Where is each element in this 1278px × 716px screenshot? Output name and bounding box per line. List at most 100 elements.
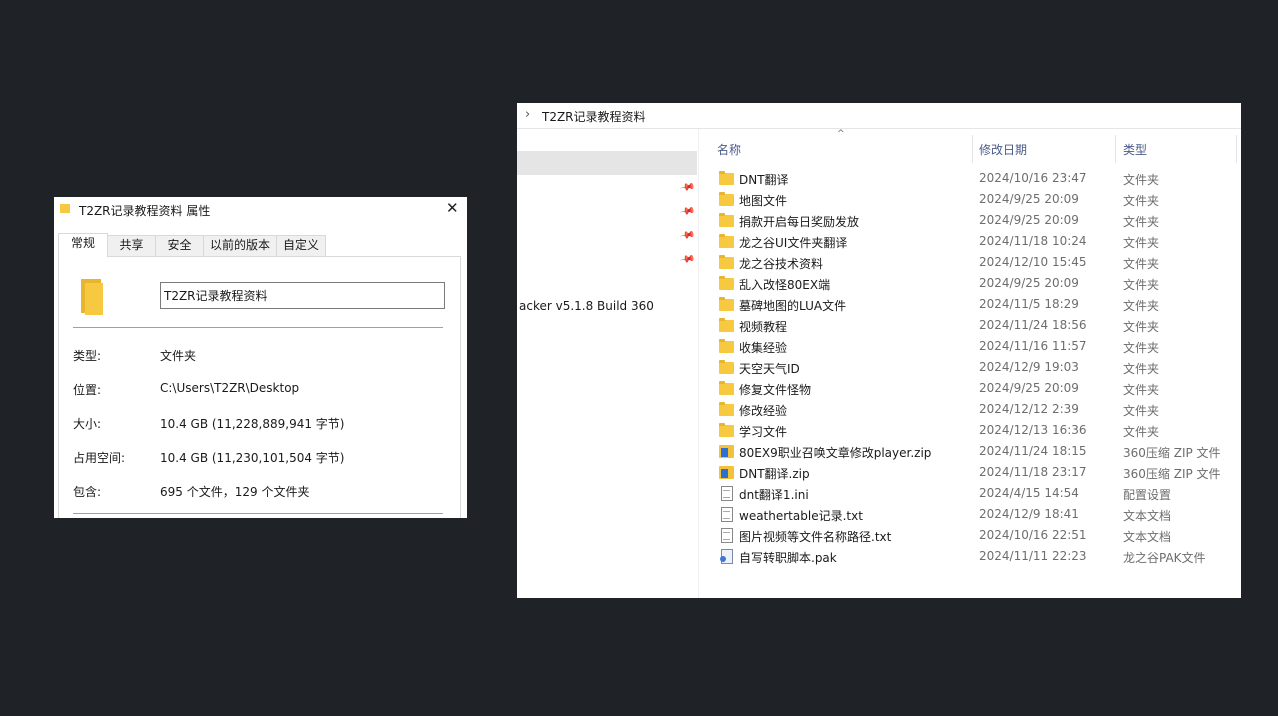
file-row[interactable]: 龙之谷UI文件夹翻译 2024/11/18 10:24 文件夹 <box>717 231 1237 252</box>
file-name: dnt翻译1.ini <box>739 488 809 502</box>
file-row[interactable]: 修改经验 2024/12/12 2:39 文件夹 <box>717 399 1237 420</box>
file-name: 80EX9职业召唤文章修改player.zip <box>739 446 932 460</box>
folder-icon <box>60 202 71 213</box>
file-date: 2024/11/24 18:15 <box>979 444 1087 458</box>
file-type: 文件夹 <box>1123 362 1160 376</box>
zip-archive-icon <box>719 444 734 458</box>
file-row[interactable]: 修复文件怪物 2024/9/25 20:09 文件夹 <box>717 378 1237 399</box>
folder-icon <box>719 339 734 353</box>
tab-security[interactable]: 安全 <box>155 235 204 256</box>
pane-divider[interactable] <box>698 129 699 598</box>
file-row[interactable]: DNT翻译.zip 2024/11/18 23:17 360压缩 ZIP 文件 <box>717 462 1237 483</box>
file-date: 2024/10/16 22:51 <box>979 528 1087 542</box>
file-type: 龙之谷PAK文件 <box>1123 551 1206 565</box>
dialog-titlebar[interactable]: T2ZR记录教程资料 属性 ✕ <box>54 197 467 221</box>
folder-icon <box>719 213 734 227</box>
zip-archive-icon <box>719 465 734 479</box>
column-separator[interactable] <box>1115 135 1116 163</box>
column-header-name[interactable]: 名称 <box>717 129 973 165</box>
prop-label: 大小: <box>73 417 102 431</box>
column-header-type[interactable]: 类型 <box>1123 129 1238 165</box>
folder-icon <box>719 192 734 206</box>
file-date: 2024/9/25 20:09 <box>979 213 1079 227</box>
file-name: 天空天气ID <box>739 362 800 376</box>
file-name: 自写转职脚本.pak <box>739 551 837 565</box>
column-separator[interactable] <box>972 135 973 163</box>
file-row[interactable]: 捐款开启每日奖励发放 2024/9/25 20:09 文件夹 <box>717 210 1237 231</box>
chevron-right-icon: › <box>525 107 531 122</box>
file-row[interactable]: 乱入改怪80EX端 2024/9/25 20:09 文件夹 <box>717 273 1237 294</box>
prop-label: 包含: <box>73 485 102 499</box>
folder-name-input[interactable]: T2ZR记录教程资料 <box>160 282 445 309</box>
file-type: 文件夹 <box>1123 173 1160 187</box>
file-row[interactable]: 天空天气ID 2024/12/9 19:03 文件夹 <box>717 357 1237 378</box>
pin-icon[interactable]: 📌 <box>679 251 696 267</box>
folder-icon <box>719 297 734 311</box>
column-name-label: 名称 <box>717 143 742 157</box>
file-name: weathertable记录.txt <box>739 509 863 523</box>
file-row[interactable]: 学习文件 2024/12/13 16:36 文件夹 <box>717 420 1237 441</box>
file-row[interactable]: 龙之谷技术资料 2024/12/10 15:45 文件夹 <box>717 252 1237 273</box>
file-row[interactable]: 墓碑地图的LUA文件 2024/11/5 18:29 文件夹 <box>717 294 1237 315</box>
tab-previous-versions[interactable]: 以前的版本 <box>203 235 277 256</box>
file-name: 视频教程 <box>739 320 788 334</box>
pin-icon[interactable]: 📌 <box>679 203 696 219</box>
file-name: DNT翻译 <box>739 173 789 187</box>
file-date: 2024/12/9 19:03 <box>979 360 1079 374</box>
general-tab-pane: T2ZR记录教程资料 类型: 文件夹 位置: C:\Users\T2ZR\Des… <box>58 256 461 518</box>
prop-label: 占用空间: <box>73 451 126 465</box>
file-row[interactable]: DNT翻译 2024/10/16 23:47 文件夹 <box>717 168 1237 189</box>
prop-value: 10.4 GB (11,230,101,504 字节) <box>160 451 345 465</box>
file-row[interactable]: 视频教程 2024/11/24 18:56 文件夹 <box>717 315 1237 336</box>
document-icon <box>719 486 734 501</box>
file-name: 龙之谷技术资料 <box>739 257 824 271</box>
file-row[interactable]: dnt翻译1.ini 2024/4/15 14:54 配置设置 <box>717 483 1237 504</box>
file-name: 墓碑地图的LUA文件 <box>739 299 847 313</box>
nav-item-label[interactable]: acker v5.1.8 Build 360 <box>519 299 654 313</box>
file-list: DNT翻译 2024/10/16 23:47 文件夹 地图文件 2024/9/25 20… <box>717 168 1237 567</box>
file-row[interactable]: 自写转职脚本.pak 2024/11/11 22:23 龙之谷PAK文件 <box>717 546 1237 567</box>
file-type: 配置设置 <box>1123 488 1172 502</box>
file-type: 文件夹 <box>1123 425 1160 439</box>
nav-selected-item[interactable] <box>517 151 697 175</box>
tab-customize[interactable]: 自定义 <box>276 235 326 256</box>
tab-general[interactable]: 常规 <box>58 233 108 257</box>
file-explorer-window: › T2ZR记录教程资料 📌 📌 📌 📌 acker v5.1.8 Build … <box>517 103 1241 598</box>
file-date: 2024/11/5 18:29 <box>979 297 1079 311</box>
column-separator[interactable] <box>1236 135 1237 163</box>
file-row[interactable]: 80EX9职业召唤文章修改player.zip 2024/11/24 18:15 3… <box>717 441 1237 462</box>
pin-icon[interactable]: 📌 <box>679 227 696 243</box>
file-name: 龙之谷UI文件夹翻译 <box>739 236 848 250</box>
file-date: 2024/9/25 20:09 <box>979 276 1079 290</box>
address-bar[interactable]: › T2ZR记录教程资料 <box>517 103 1241 129</box>
prop-label: 位置: <box>73 383 102 397</box>
file-type: 文本文档 <box>1123 530 1172 544</box>
file-row[interactable]: weathertable记录.txt 2024/12/9 18:41 文本文档 <box>717 504 1237 525</box>
file-date: 2024/12/9 18:41 <box>979 507 1079 521</box>
file-name: 乱入改怪80EX端 <box>739 278 831 292</box>
file-row[interactable]: 收集经验 2024/11/16 11:57 文件夹 <box>717 336 1237 357</box>
folder-icon <box>719 360 734 374</box>
breadcrumb-current-folder[interactable]: T2ZR记录教程资料 <box>542 108 646 125</box>
pin-icon[interactable]: 📌 <box>679 179 696 195</box>
file-type: 文件夹 <box>1123 299 1160 313</box>
file-type: 360压缩 ZIP 文件 <box>1123 446 1221 460</box>
file-type: 文件夹 <box>1123 278 1160 292</box>
file-row[interactable]: 图片视频等文件名称路径.txt 2024/10/16 22:51 文本文档 <box>717 525 1237 546</box>
file-date: 2024/9/25 20:09 <box>979 192 1079 206</box>
file-name: 修复文件怪物 <box>739 383 812 397</box>
file-date: 2024/11/24 18:56 <box>979 318 1087 332</box>
folder-icon <box>719 423 734 437</box>
file-row[interactable]: 地图文件 2024/9/25 20:09 文件夹 <box>717 189 1237 210</box>
file-date: 2024/12/10 15:45 <box>979 255 1087 269</box>
document-icon <box>719 507 734 522</box>
dialog-title: T2ZR记录教程资料 属性 <box>79 204 211 218</box>
close-icon[interactable]: ✕ <box>446 199 459 217</box>
column-header-date[interactable]: 修改日期 <box>979 129 1119 165</box>
file-type: 文件夹 <box>1123 215 1160 229</box>
file-date: 2024/11/11 22:23 <box>979 549 1087 563</box>
file-type: 文件夹 <box>1123 341 1160 355</box>
properties-dialog: T2ZR记录教程资料 属性 ✕ 常规 共享 安全 以前的版本 自定义 T2ZR记… <box>54 197 467 518</box>
tab-sharing[interactable]: 共享 <box>107 235 156 256</box>
prop-value: 文件夹 <box>160 349 197 363</box>
